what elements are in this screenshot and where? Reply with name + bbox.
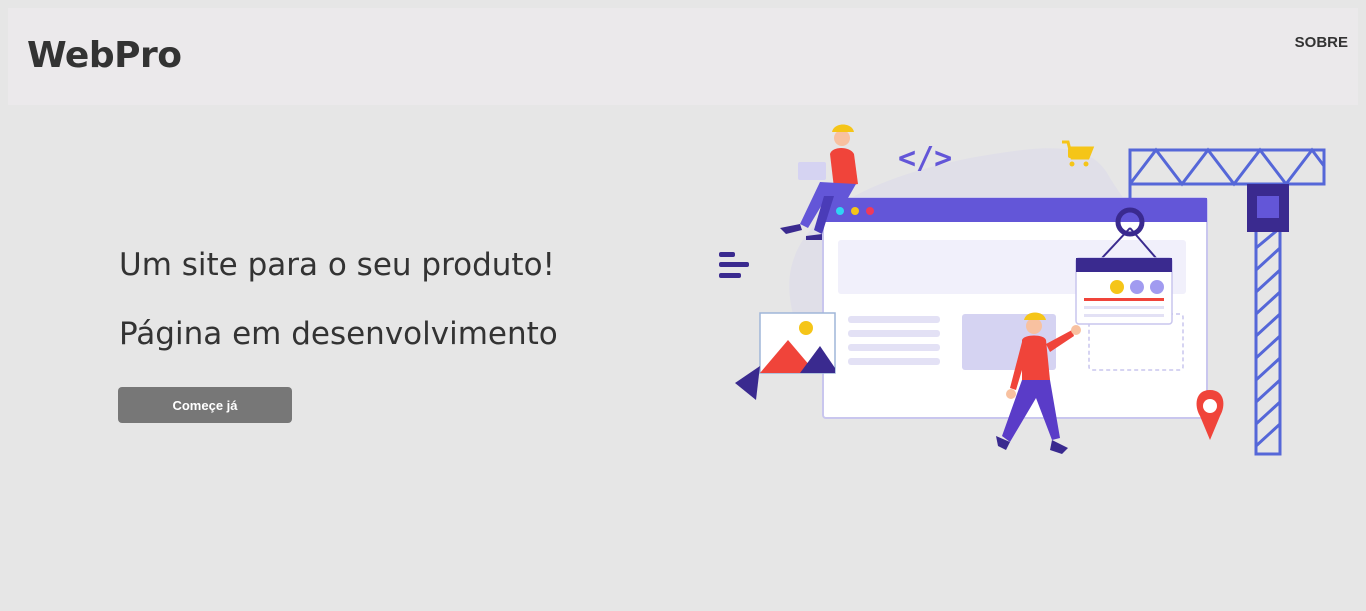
- image-placeholder-icon: [735, 312, 836, 400]
- code-icon: </>: [898, 141, 952, 176]
- crane-window: [1257, 196, 1279, 218]
- menu-lines-icon: [719, 252, 749, 278]
- location-pin-icon: [1196, 390, 1224, 440]
- hero-subtitle: Página em desenvolvimento: [119, 316, 558, 352]
- get-started-button[interactable]: Começe já: [118, 387, 292, 423]
- site-logo[interactable]: WebPro: [27, 35, 182, 77]
- construction-illustration: </>: [719, 124, 1326, 456]
- hero-title: Um site para o seu produto!: [119, 247, 555, 283]
- top-navbar: WebPro SOBRE: [8, 8, 1358, 105]
- nav-link-about[interactable]: SOBRE: [1295, 34, 1348, 51]
